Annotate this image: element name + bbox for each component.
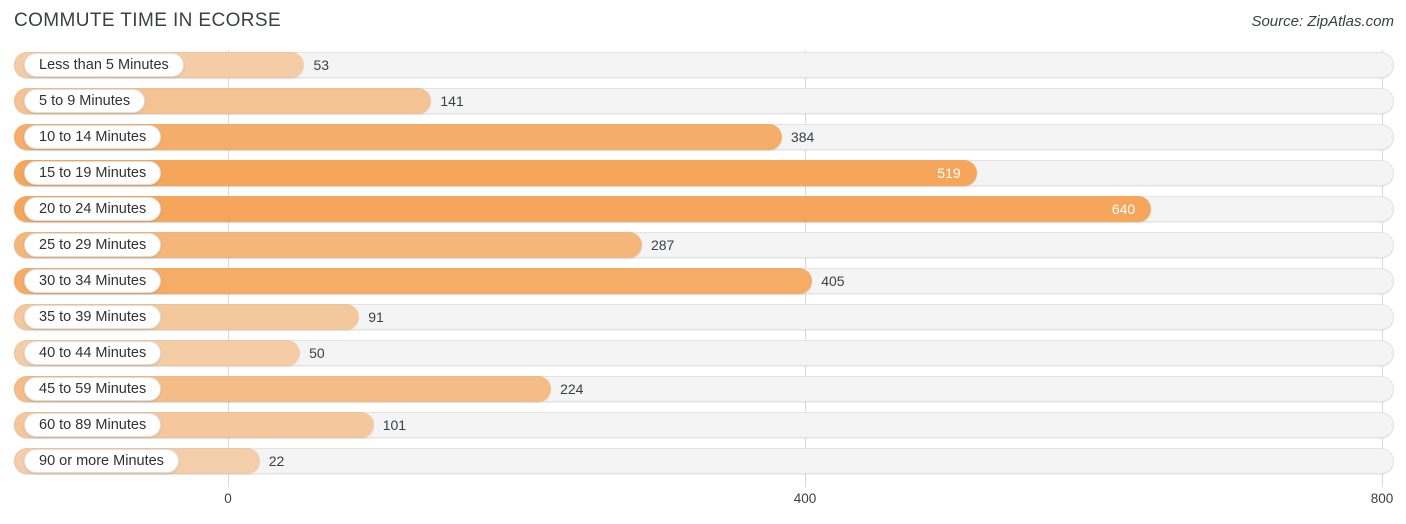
value-label: 53 (313, 57, 330, 73)
bar-row[interactable]: 40 to 44 Minutes 50 (0, 338, 1406, 368)
bar-row[interactable]: 90 or more Minutes 22 (0, 446, 1406, 476)
x-tick-label: 400 (793, 491, 817, 506)
page-title: COMMUTE TIME IN ECORSE (14, 10, 282, 31)
value-label: 405 (821, 273, 845, 289)
x-tick-label: 800 (1370, 491, 1394, 506)
category-label-pill: 5 to 9 Minutes (24, 89, 146, 113)
category-label: 25 to 29 Minutes (39, 236, 147, 253)
value-label: 50 (309, 345, 325, 361)
category-label: 90 or more Minutes (39, 452, 164, 469)
bar-row[interactable]: 15 to 19 Minutes 519 (0, 158, 1406, 188)
category-label-pill: 20 to 24 Minutes (24, 197, 162, 221)
source-attribution: Source: ZipAtlas.com (1251, 13, 1394, 30)
bar-row[interactable]: 35 to 39 Minutes 91 (0, 302, 1406, 332)
category-label: Less than 5 Minutes (39, 56, 169, 73)
category-label: 5 to 9 Minutes (39, 92, 131, 109)
bar-row[interactable]: 20 to 24 Minutes 640 (0, 194, 1406, 224)
category-label-pill: 35 to 39 Minutes (24, 305, 162, 329)
bar-row[interactable]: 45 to 59 Minutes 224 (0, 374, 1406, 404)
value-bar[interactable] (14, 196, 1152, 222)
bar-row[interactable]: 60 to 89 Minutes 101 (0, 410, 1406, 440)
category-label: 30 to 34 Minutes (39, 272, 147, 289)
value-label: 287 (650, 237, 675, 253)
value-label: 519 (937, 165, 961, 181)
value-label: 101 (382, 417, 407, 433)
category-label: 45 to 59 Minutes (39, 380, 147, 397)
category-label-pill: 45 to 59 Minutes (24, 377, 162, 401)
category-label-pill: Less than 5 Minutes (24, 53, 184, 77)
category-label-pill: 10 to 14 Minutes (24, 125, 162, 149)
category-label: 15 to 19 Minutes (39, 164, 147, 181)
bar-row[interactable]: Less than 5 Minutes 53 (0, 50, 1406, 80)
value-label: 22 (268, 453, 285, 469)
category-label: 40 to 44 Minutes (39, 344, 147, 361)
plot-area: Less than 5 Minutes 53 5 to 9 Minutes 141 10… (0, 50, 1406, 487)
category-label-pill: 40 to 44 Minutes (24, 341, 162, 365)
value-label: 384 (790, 129, 815, 145)
value-label: 640 (1111, 201, 1136, 217)
bar-row[interactable]: 30 to 34 Minutes 405 (0, 266, 1406, 296)
value-label: 91 (368, 309, 384, 325)
category-label: 20 to 24 Minutes (39, 200, 147, 217)
category-label-pill: 90 or more Minutes (24, 449, 179, 473)
x-tick-label: 0 (224, 491, 232, 506)
value-label: 224 (560, 381, 584, 397)
category-label-pill: 25 to 29 Minutes (24, 233, 162, 257)
category-label-pill: 60 to 89 Minutes (24, 413, 162, 437)
category-label-pill: 30 to 34 Minutes (24, 269, 162, 293)
bar-row[interactable]: 5 to 9 Minutes 141 (0, 86, 1406, 116)
bar-row[interactable]: 25 to 29 Minutes 287 (0, 230, 1406, 260)
category-label: 35 to 39 Minutes (39, 308, 147, 325)
chart-page: COMMUTE TIME IN ECORSE Source: ZipAtlas.… (0, 0, 1406, 524)
bar-row[interactable]: 10 to 14 Minutes 384 (0, 122, 1406, 152)
x-axis: 0 400 800 (0, 487, 1406, 524)
bar-rows: Less than 5 Minutes 53 5 to 9 Minutes 141 10… (0, 50, 1406, 482)
value-label: 141 (440, 93, 464, 109)
category-label: 60 to 89 Minutes (39, 416, 147, 433)
category-label: 10 to 14 Minutes (39, 128, 147, 145)
category-label-pill: 15 to 19 Minutes (24, 161, 162, 185)
